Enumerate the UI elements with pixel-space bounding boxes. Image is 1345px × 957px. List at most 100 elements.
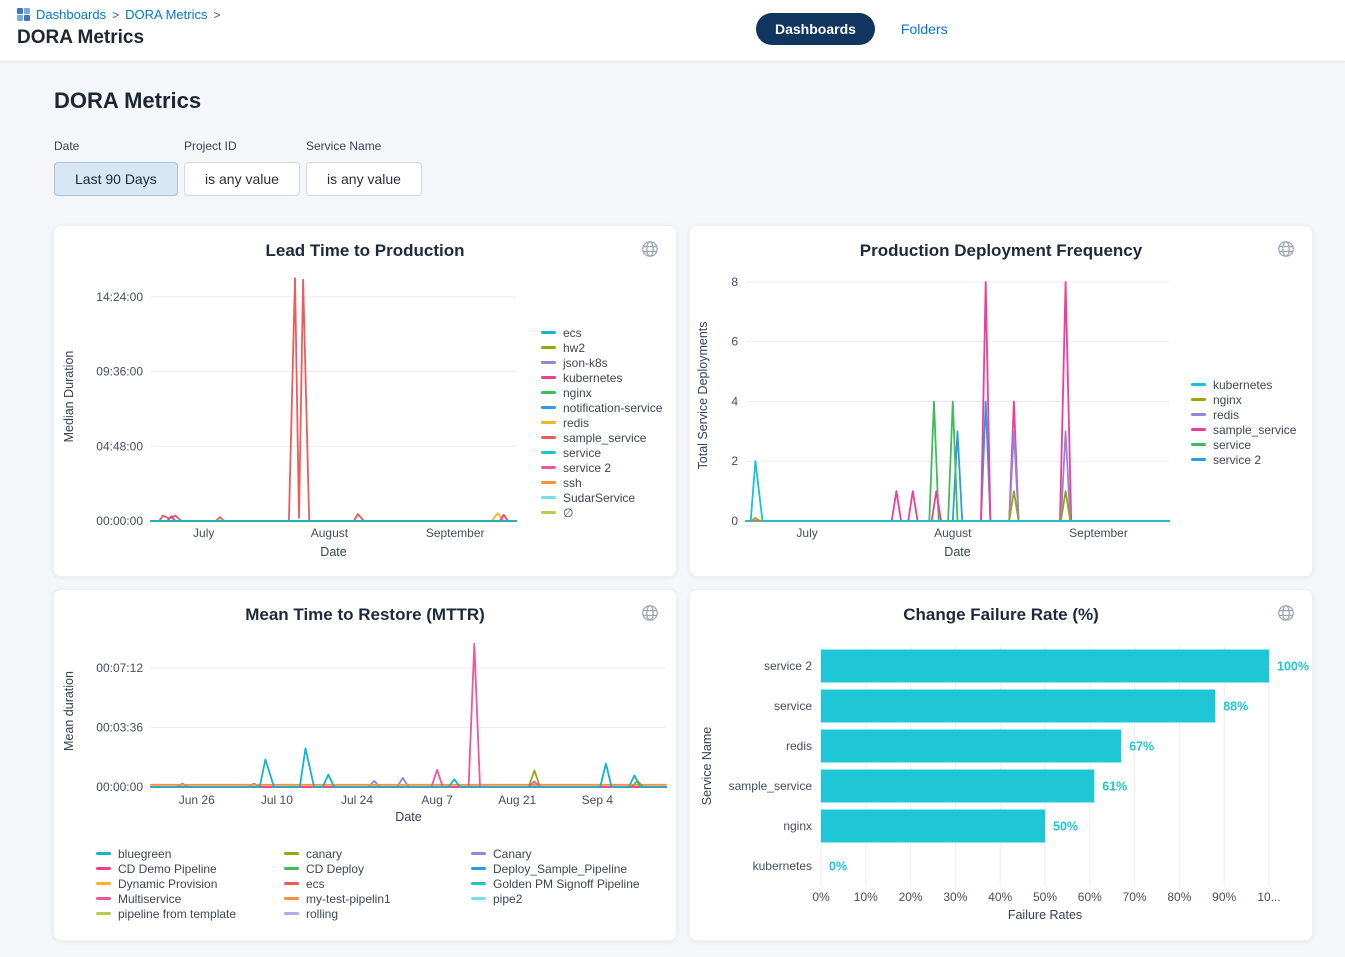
legend-item[interactable]: sample_service	[541, 430, 662, 445]
lead-time-legend: ecshw2json-k8skubernetesnginxnotificatio…	[541, 325, 662, 520]
legend-item[interactable]: Dynamic Provision	[96, 876, 236, 891]
legend-label: ssh	[563, 476, 582, 490]
breadcrumb-link-dora-metrics[interactable]: DORA Metrics	[125, 7, 207, 22]
filter-project-id-label: Project ID	[184, 139, 300, 153]
svg-text:20%: 20%	[899, 890, 923, 904]
legend-item[interactable]: service 2	[541, 460, 662, 475]
legend-item[interactable]: service	[1191, 437, 1296, 452]
breadcrumb-separator: >	[213, 8, 220, 22]
legend-item[interactable]: ecs	[541, 325, 662, 340]
header-title: DORA Metrics	[17, 27, 144, 49]
legend-item[interactable]: pipe2	[471, 891, 640, 906]
change-failure-rate-chart[interactable]: 0%10%20%30%40%50%60%70%80%90%10...servic…	[690, 590, 1314, 942]
legend-item[interactable]: ssh	[541, 475, 662, 490]
page-title: DORA Metrics	[54, 88, 201, 114]
legend-item[interactable]: CD Demo Pipeline	[96, 861, 236, 876]
legend-item[interactable]: nginx	[1191, 392, 1296, 407]
legend-item[interactable]: redis	[1191, 407, 1296, 422]
legend-item[interactable]: Canary	[471, 846, 640, 861]
legend-item[interactable]: bluegreen	[96, 846, 236, 861]
legend-swatch	[541, 451, 556, 454]
svg-text:88%: 88%	[1223, 700, 1248, 714]
tab-dashboards[interactable]: Dashboards	[756, 13, 875, 45]
svg-text:10%: 10%	[854, 890, 878, 904]
mttr-legend-col1: bluegreenCD Demo PipelineDynamic Provisi…	[96, 846, 236, 921]
svg-text:80%: 80%	[1167, 890, 1191, 904]
filter-service-name-button[interactable]: is any value	[306, 162, 422, 196]
legend-swatch	[1191, 383, 1206, 386]
dashboards-grid-icon	[17, 8, 30, 21]
globe-icon[interactable]	[640, 603, 660, 623]
svg-text:July: July	[193, 526, 214, 540]
legend-item[interactable]: SudarService	[541, 490, 662, 505]
svg-text:2: 2	[731, 454, 738, 468]
svg-text:Date: Date	[395, 810, 421, 824]
legend-label: pipe2	[493, 892, 522, 906]
svg-text:50%: 50%	[1053, 820, 1078, 834]
tab-folders[interactable]: Folders	[901, 21, 948, 37]
filter-project-id-button[interactable]: is any value	[184, 162, 300, 196]
svg-text:4: 4	[731, 394, 738, 408]
svg-text:61%: 61%	[1102, 780, 1127, 794]
legend-item[interactable]: ∅	[541, 505, 662, 520]
legend-item[interactable]: pipeline from template	[96, 906, 236, 921]
legend-item[interactable]: notification-service	[541, 400, 662, 415]
svg-text:00:03:36: 00:03:36	[96, 721, 143, 735]
svg-text:04:48:00: 04:48:00	[96, 439, 143, 453]
svg-text:14:24:00: 14:24:00	[96, 290, 143, 304]
legend-item[interactable]: hw2	[541, 340, 662, 355]
legend-item[interactable]: kubernetes	[1191, 377, 1296, 392]
legend-item[interactable]: Golden PM Signoff Pipeline	[471, 876, 640, 891]
legend-label: pipeline from template	[118, 907, 236, 921]
svg-text:10...: 10...	[1257, 890, 1280, 904]
globe-icon[interactable]	[1276, 603, 1296, 623]
legend-label: sample_service	[563, 431, 646, 445]
legend-label: bluegreen	[118, 847, 171, 861]
legend-swatch	[541, 406, 556, 409]
mttr-legend-col3: CanaryDeploy_Sample_PipelineGolden PM Si…	[471, 846, 640, 906]
svg-text:50%: 50%	[1033, 890, 1057, 904]
legend-swatch	[284, 852, 299, 855]
legend-item[interactable]: my-test-pipelin1	[284, 891, 391, 906]
legend-swatch	[1191, 458, 1206, 461]
legend-item[interactable]: Deploy_Sample_Pipeline	[471, 861, 640, 876]
legend-item[interactable]: canary	[284, 846, 391, 861]
svg-text:67%: 67%	[1129, 740, 1154, 754]
legend-label: Deploy_Sample_Pipeline	[493, 862, 627, 876]
legend-label: SudarService	[563, 491, 635, 505]
svg-text:Service Name: Service Name	[700, 727, 714, 806]
legend-swatch	[96, 882, 111, 885]
legend-label: CD Deploy	[306, 862, 364, 876]
svg-text:90%: 90%	[1212, 890, 1236, 904]
legend-item[interactable]: kubernetes	[541, 370, 662, 385]
legend-item[interactable]: ecs	[284, 876, 391, 891]
legend-item[interactable]: service 2	[1191, 452, 1296, 467]
svg-text:40%: 40%	[988, 890, 1012, 904]
legend-item[interactable]: json-k8s	[541, 355, 662, 370]
legend-label: Multiservice	[118, 892, 181, 906]
legend-item[interactable]: Multiservice	[96, 891, 236, 906]
legend-item[interactable]: nginx	[541, 385, 662, 400]
legend-item[interactable]: redis	[541, 415, 662, 430]
legend-swatch	[96, 912, 111, 915]
legend-item[interactable]: service	[541, 445, 662, 460]
breadcrumb-link-dashboards[interactable]: Dashboards	[36, 7, 106, 22]
legend-label: service 2	[1213, 453, 1261, 467]
svg-text:60%: 60%	[1078, 890, 1102, 904]
globe-icon[interactable]	[640, 239, 660, 259]
legend-item[interactable]: rolling	[284, 906, 391, 921]
svg-text:0%: 0%	[829, 860, 847, 874]
legend-item[interactable]: CD Deploy	[284, 861, 391, 876]
legend-label: kubernetes	[1213, 378, 1272, 392]
legend-label: redis	[563, 416, 589, 430]
svg-text:Jun 26: Jun 26	[179, 793, 215, 807]
legend-label: hw2	[563, 341, 585, 355]
legend-label: json-k8s	[563, 356, 608, 370]
svg-text:service: service	[774, 699, 812, 713]
filter-service-name-label: Service Name	[306, 139, 422, 153]
legend-label: nginx	[563, 386, 592, 400]
legend-item[interactable]: sample_service	[1191, 422, 1296, 437]
svg-text:September: September	[426, 526, 485, 540]
globe-icon[interactable]	[1276, 239, 1296, 259]
filter-date-button[interactable]: Last 90 Days	[54, 162, 178, 196]
